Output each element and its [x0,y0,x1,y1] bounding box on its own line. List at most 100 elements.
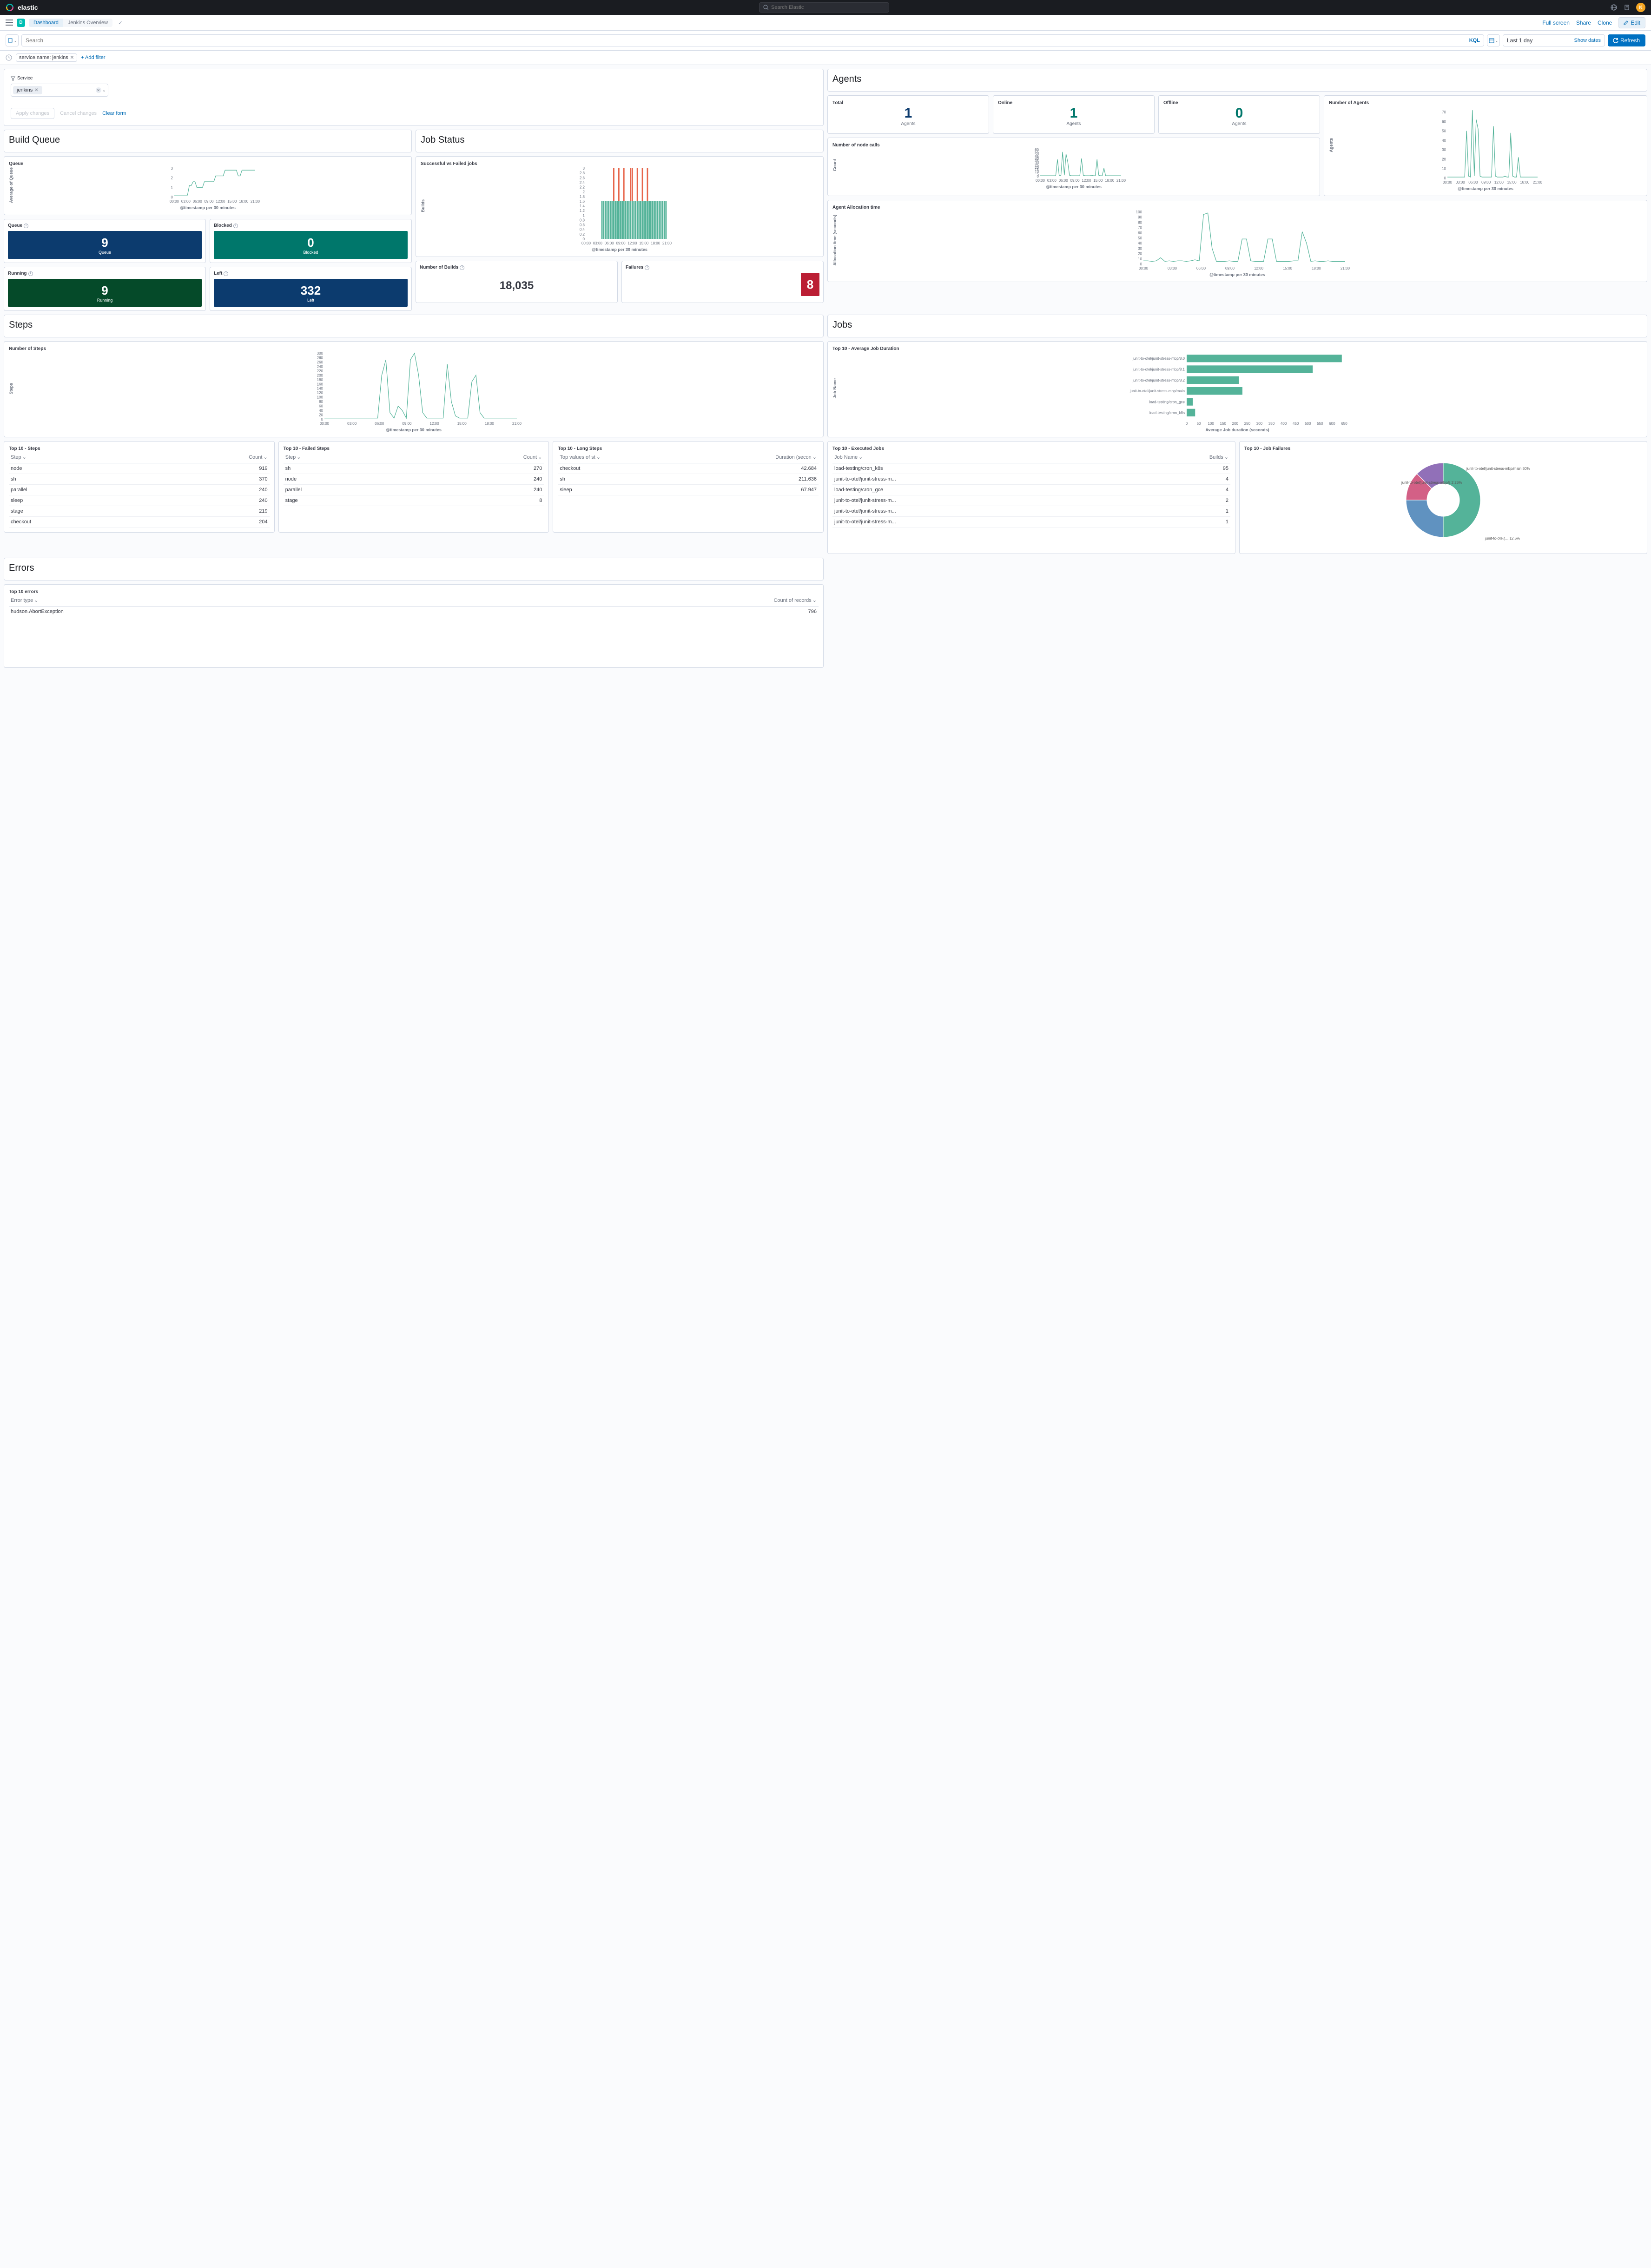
svg-text:50: 50 [1442,129,1446,133]
status-chart: 00.20.40.60.811.21.41.61.822.22.42.62.83… [426,166,819,245]
data-view-button[interactable]: ⌄ [6,34,19,46]
globe-icon[interactable] [1610,4,1618,11]
app-badge[interactable]: D [17,19,25,27]
info-icon[interactable]: i [645,265,649,270]
svg-text:140: 140 [317,387,324,391]
pencil-icon [1624,20,1629,25]
svg-text:18:00: 18:00 [651,241,660,245]
calendar-icon [1489,38,1494,43]
table-row[interactable]: sh270 [284,463,544,474]
info-icon[interactable]: i [24,224,28,228]
svg-text:12:00: 12:00 [216,199,225,204]
table-row[interactable]: parallel240 [9,485,270,495]
svg-text:00:00: 00:00 [1443,180,1453,185]
svg-text:06:00: 06:00 [375,422,384,426]
svg-text:12:00: 12:00 [1494,180,1504,185]
clear-form-button[interactable]: Clear form [102,111,126,116]
table-row[interactable]: stage8 [284,495,544,506]
errors-title: Errors [9,563,819,574]
kql-badge[interactable]: KQL [1469,38,1480,43]
table-row[interactable]: sleep240 [9,495,270,506]
table-row[interactable]: parallel240 [284,485,544,495]
svg-text:09:00: 09:00 [1070,178,1080,183]
breadcrumb-overview[interactable]: Jenkins Overview [63,19,112,27]
svg-text:50: 50 [1197,422,1201,426]
info-icon[interactable]: i [28,271,33,276]
user-avatar[interactable]: K [1636,3,1645,12]
svg-text:550: 550 [1317,422,1323,426]
table-row[interactable]: junit-to-otel/junit-stress-m...2 [832,495,1230,506]
clear-select-icon[interactable]: ✕ [96,87,101,93]
remove-filter-icon[interactable]: ✕ [70,55,74,60]
edit-button[interactable]: Edit [1618,17,1645,28]
svg-text:100: 100 [1136,210,1142,214]
svg-text:2.6: 2.6 [580,176,585,180]
table-row[interactable]: junit-to-otel/junit-stress-m...1 [832,506,1230,517]
query-input[interactable] [26,37,1480,44]
svg-text:1: 1 [583,213,585,218]
table-row[interactable]: stage219 [9,506,270,517]
menu-toggle-icon[interactable] [6,19,13,26]
table-row[interactable]: node240 [284,474,544,485]
svg-text:90: 90 [1138,215,1142,219]
svg-text:03:00: 03:00 [1456,180,1466,185]
cancel-changes-button[interactable]: Cancel changes [60,111,97,116]
table-row[interactable]: checkout204 [9,517,270,527]
service-select[interactable]: jenkins✕ ✕⌄ [11,84,108,97]
svg-text:15:00: 15:00 [457,422,467,426]
apply-changes-button[interactable]: Apply changes [11,108,54,119]
svg-text:0: 0 [1140,262,1142,266]
chevron-down-icon[interactable]: ⌄ [102,88,106,93]
refresh-button[interactable]: Refresh [1608,34,1645,46]
share-link[interactable]: Share [1576,20,1591,26]
add-filter-link[interactable]: + Add filter [81,55,105,60]
global-search-input[interactable] [771,5,885,10]
table-row[interactable]: sh211.636 [558,474,819,485]
svg-text:18:00: 18:00 [1520,180,1530,185]
global-search[interactable] [759,2,889,13]
svg-text:06:00: 06:00 [1059,178,1069,183]
remove-svc-icon[interactable]: ✕ [34,88,38,93]
brand-text: elastic [18,4,38,11]
info-icon[interactable]: i [233,224,238,228]
table-row[interactable]: sleep67.947 [558,485,819,495]
svg-text:junit-to-otel/junit-stress-mbp: junit-to-otel/junit-stress-mbp/main 50% [1466,467,1530,471]
table-row[interactable]: junit-to-otel/junit-stress-m...4 [832,474,1230,485]
newsfeed-icon[interactable] [1623,4,1631,11]
filter-pill[interactable]: service.name: jenkins ✕ [16,53,77,62]
svg-text:18:00: 18:00 [1312,266,1321,270]
svg-text:junit-to-otel/junit-stress-mbp: junit-to-otel/junit-stress-mbp/main [1129,389,1185,393]
errors-table: Error type⌄Count of records⌄hudson.Abort… [9,594,819,617]
svg-text:21:00: 21:00 [1116,178,1126,183]
svg-text:0.2: 0.2 [580,232,585,237]
svg-text:300: 300 [1256,422,1263,426]
filter-clock-icon[interactable] [6,54,12,61]
table-row[interactable]: checkout42.684 [558,463,819,474]
info-icon[interactable]: i [460,265,464,270]
show-dates[interactable]: Show dates [1574,38,1600,43]
query-input-wrapper[interactable]: KQL [21,34,1484,46]
svg-text:30: 30 [1138,246,1142,251]
svg-text:12:00: 12:00 [627,241,637,245]
info-icon[interactable]: i [224,271,228,276]
table-row[interactable]: hudson.AbortException796 [9,607,819,617]
date-range[interactable]: Last 1 day Show dates [1503,34,1605,46]
check-icon: ✓ [118,20,123,26]
svg-text:600: 600 [1329,422,1335,426]
svg-text:junit-to-otel/junit-stress-mbp: junit-to-otel/junit-stress-mbp/8.2 [1132,378,1185,382]
table-row[interactable]: junit-to-otel/junit-stress-m...1 [832,517,1230,527]
table-row[interactable]: load-testing/cron_gce4 [832,485,1230,495]
svg-text:80: 80 [319,400,323,404]
svg-text:250: 250 [1244,422,1251,426]
svg-text:06:00: 06:00 [1196,266,1206,270]
breadcrumb-dashboard[interactable]: Dashboard [29,19,63,27]
svg-text:0: 0 [1444,176,1446,180]
clone-link[interactable]: Clone [1598,20,1612,26]
svg-text:09:00: 09:00 [1481,180,1491,185]
table-row[interactable]: load-testing/cron_k8s95 [832,463,1230,474]
table-row[interactable]: node919 [9,463,270,474]
table-row[interactable]: sh370 [9,474,270,485]
svg-text:06:00: 06:00 [193,199,203,204]
calendar-button[interactable]: ⌄ [1487,34,1500,46]
fullscreen-link[interactable]: Full screen [1542,20,1570,26]
